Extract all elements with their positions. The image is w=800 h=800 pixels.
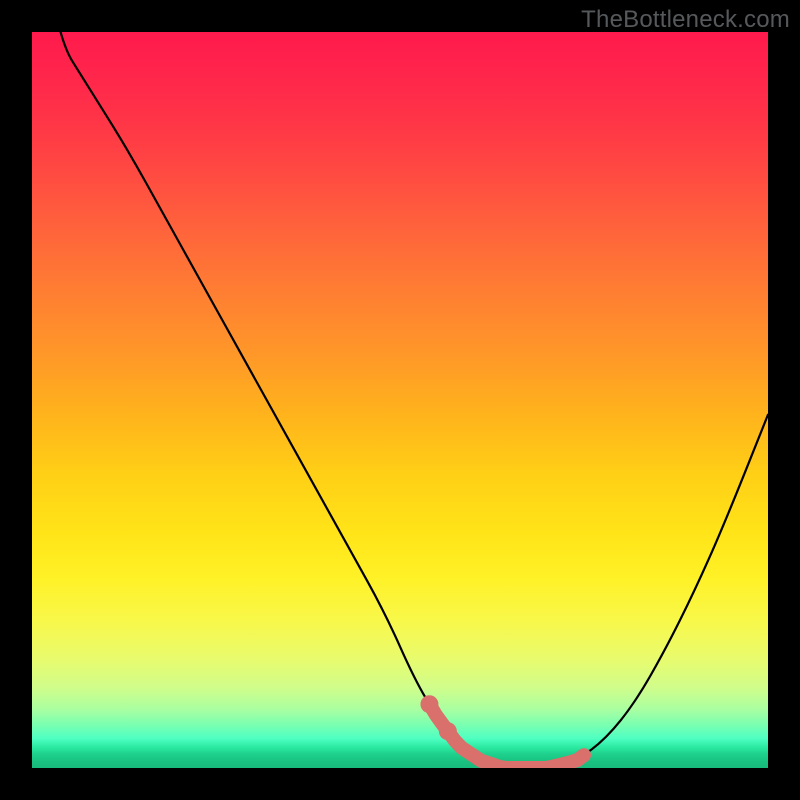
plot-area	[32, 32, 768, 768]
watermark-text: TheBottleneck.com	[581, 6, 790, 34]
optimal-dot-2	[439, 722, 457, 740]
optimal-dot-1	[420, 695, 438, 713]
curve-svg	[32, 32, 768, 768]
chart-container: TheBottleneck.com	[0, 0, 800, 800]
bottleneck-curve	[32, 32, 768, 768]
